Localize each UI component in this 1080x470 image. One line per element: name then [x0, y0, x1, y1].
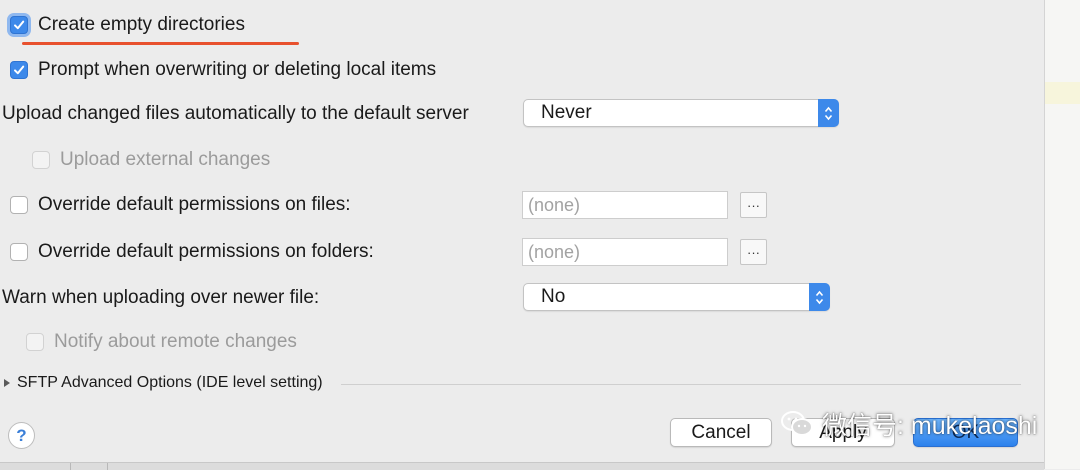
override-folders-browse-button[interactable]: ··· — [740, 239, 767, 265]
create-empty-directories-label: Create empty directories — [38, 14, 245, 35]
help-button[interactable]: ? — [8, 422, 35, 449]
annotation-underline — [22, 42, 299, 45]
prompt-overwrite-checkbox[interactable] — [10, 61, 28, 79]
upload-changed-value: Never — [541, 102, 592, 123]
highlight-line — [1045, 82, 1080, 104]
checkmark-icon — [14, 20, 25, 30]
prompt-overwrite-row[interactable]: Prompt when overwriting or deleting loca… — [10, 59, 436, 81]
upload-changed-label: Upload changed files automatically to th… — [2, 103, 469, 124]
sftp-advanced-options-label: SFTP Advanced Options (IDE level setting… — [17, 374, 323, 391]
create-empty-directories-checkbox[interactable] — [10, 16, 28, 34]
up-down-arrows-icon — [818, 99, 839, 127]
sftp-advanced-options-toggle[interactable]: SFTP Advanced Options (IDE level setting… — [4, 374, 323, 392]
upload-external-checkbox — [32, 151, 50, 169]
override-folders-field: (none) — [522, 238, 728, 266]
notify-remote-row: Notify about remote changes — [26, 331, 297, 353]
override-files-row[interactable]: Override default permissions on files: — [10, 194, 351, 216]
editor-gutter — [1044, 0, 1080, 469]
override-files-checkbox[interactable] — [10, 196, 28, 214]
upload-external-label: Upload external changes — [60, 149, 271, 170]
override-files-label: Override default permissions on files: — [38, 194, 351, 215]
override-folders-label: Override default permissions on folders: — [38, 241, 374, 262]
override-files-field: (none) — [522, 191, 728, 219]
wechat-icon — [781, 411, 813, 436]
prompt-overwrite-label: Prompt when overwriting or deleting loca… — [38, 59, 437, 80]
create-empty-directories-row[interactable]: Create empty directories — [10, 14, 245, 36]
override-folders-checkbox[interactable] — [10, 243, 28, 261]
warn-newer-value: No — [541, 286, 566, 307]
override-files-browse-button[interactable]: ··· — [740, 192, 767, 218]
upload-changed-select[interactable]: Never — [523, 99, 839, 127]
deployment-options-dialog: Create empty directories Prompt when ove… — [0, 0, 1044, 469]
notify-remote-label: Notify about remote changes — [54, 331, 297, 352]
wechat-watermark: 微信号: mukelaoshi — [780, 406, 1037, 442]
override-folders-row[interactable]: Override default permissions on folders: — [10, 241, 374, 263]
disclosure-triangle-icon — [4, 379, 10, 387]
up-down-arrows-icon — [809, 283, 830, 311]
watermark-text: 微信号: mukelaoshi — [822, 412, 1038, 440]
divider — [341, 384, 1021, 385]
upload-external-row: Upload external changes — [32, 149, 270, 171]
warn-newer-label: Warn when uploading over newer file: — [2, 287, 320, 308]
warn-newer-select[interactable]: No — [523, 283, 830, 311]
checkmark-icon — [14, 65, 25, 75]
notify-remote-checkbox — [26, 333, 44, 351]
cancel-button[interactable]: Cancel — [670, 418, 772, 447]
